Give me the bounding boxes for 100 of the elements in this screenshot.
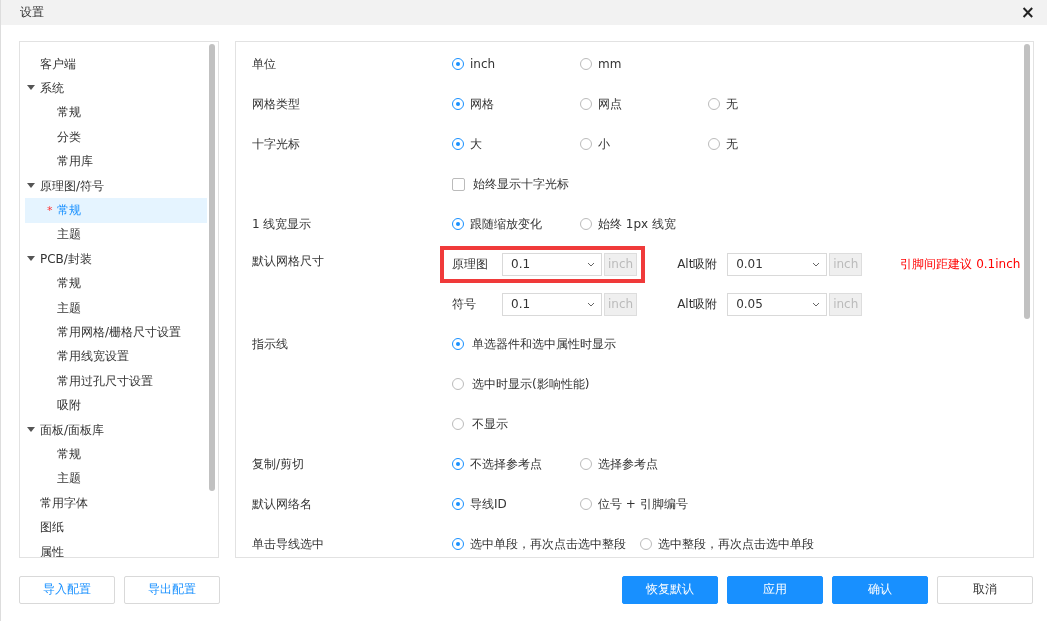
tree-item[interactable]: 常用字体 xyxy=(25,491,207,516)
tree-label: 客户端 xyxy=(40,55,76,73)
tree-label: 主题 xyxy=(57,299,81,317)
tree-label: 主题 xyxy=(57,226,81,244)
tree-label: 主题 xyxy=(57,470,81,488)
setting-label: 十字光标 xyxy=(252,135,301,153)
radio-icon[interactable] xyxy=(580,458,592,470)
tree-item[interactable]: 常用库 xyxy=(25,149,207,174)
checkbox[interactable] xyxy=(452,177,465,191)
radio-option[interactable]: 不显示 xyxy=(452,404,616,444)
radio-icon[interactable] xyxy=(452,458,464,470)
tree-item[interactable]: 主题 xyxy=(25,466,207,492)
radio-icon[interactable] xyxy=(452,218,464,230)
tree-item[interactable]: PCB/封装 xyxy=(25,247,207,272)
radio-option[interactable]: 单选器件和选中属性时显示 xyxy=(452,324,616,364)
radio-icon[interactable] xyxy=(452,98,464,110)
chevron-down-icon xyxy=(812,261,821,267)
radio-icon[interactable] xyxy=(452,498,464,510)
radio-icon[interactable] xyxy=(640,538,652,550)
tree-label: 属性 xyxy=(40,543,64,557)
tree-item[interactable]: 吸附 xyxy=(25,393,207,418)
radio-option[interactable]: 位号 + 引脚编号 xyxy=(580,495,708,513)
tree-item[interactable]: 客户端 xyxy=(25,52,207,77)
setting-label: 1 线宽显示 xyxy=(252,215,313,233)
tree-label: 面板/面板库 xyxy=(40,421,105,439)
footer-button[interactable]: 取消 xyxy=(937,575,1033,604)
tree-label: 常用线宽设置 xyxy=(57,348,129,366)
tree-item[interactable]: 图纸 xyxy=(25,515,207,540)
radio-option[interactable]: 选中整段，再次点击选中单段 xyxy=(640,535,828,553)
radio-icon[interactable] xyxy=(580,58,592,70)
tree-label: 常规 xyxy=(57,275,81,293)
radio-option[interactable]: 跟随缩放变化 xyxy=(452,215,580,233)
setting-label: 默认网络名 xyxy=(252,495,313,513)
radio-icon[interactable] xyxy=(452,138,464,150)
radio-icon[interactable] xyxy=(708,98,720,110)
setting-label: 复制/剪切 xyxy=(252,455,306,473)
radio-icon[interactable] xyxy=(452,58,464,70)
dropdown[interactable]: 0.01 xyxy=(727,252,828,276)
radio-icon[interactable] xyxy=(580,218,592,230)
radio-option[interactable]: mm xyxy=(580,57,708,71)
tree-label: 吸附 xyxy=(57,397,81,415)
dropdown[interactable]: 0.05 xyxy=(727,292,828,316)
radio-option[interactable]: 小 xyxy=(580,135,708,153)
tree-item[interactable]: 常用过孔尺寸设置 xyxy=(25,369,207,394)
field-label: 符号 xyxy=(452,295,477,313)
radio-icon[interactable] xyxy=(452,538,464,550)
radio-icon[interactable] xyxy=(580,98,592,110)
modified-marker: * xyxy=(47,204,53,218)
dropdown[interactable]: 0.1 xyxy=(502,252,602,276)
scrollbar-thumb[interactable] xyxy=(1024,44,1030,319)
radio-option[interactable]: inch xyxy=(452,57,580,71)
radio-option[interactable]: 无 xyxy=(708,95,836,113)
radio-option[interactable]: 选中单段，再次点击选中整段 xyxy=(452,535,640,553)
tree-item[interactable]: 主题 xyxy=(25,222,207,248)
caret-icon[interactable] xyxy=(27,85,35,92)
caret-icon[interactable] xyxy=(27,426,35,433)
tree-label: 常规 xyxy=(57,104,81,122)
radio-option[interactable]: 网格 xyxy=(452,95,580,113)
tree-label: 常用库 xyxy=(57,153,93,171)
tree-item[interactable]: 常规 xyxy=(25,271,207,296)
radio-icon[interactable] xyxy=(580,498,592,510)
tree-item[interactable]: 原理图/符号 xyxy=(25,173,207,199)
tree-label: 常规 xyxy=(57,202,81,220)
field-label: 原理图 xyxy=(452,255,489,273)
scrollbar-thumb[interactable] xyxy=(209,44,215,491)
tree-label: 常规 xyxy=(57,445,81,463)
tree-item[interactable]: 常规 xyxy=(25,442,207,467)
tree-item[interactable]: 主题 xyxy=(25,295,207,321)
caret-icon[interactable] xyxy=(27,256,35,263)
radio-option[interactable]: 导线ID xyxy=(452,495,580,513)
radio-icon[interactable] xyxy=(580,138,592,150)
window-title: 设置 xyxy=(20,4,44,21)
tree-item[interactable]: 常规 xyxy=(25,100,207,126)
tree-item[interactable]: 系统 xyxy=(25,76,207,101)
tree-item[interactable]: 常用网格/栅格尺寸设置 xyxy=(25,320,207,345)
chevron-down-icon xyxy=(812,301,821,307)
radio-option[interactable]: 无 xyxy=(708,135,836,153)
radio-option[interactable]: 始终 1px 线宽 xyxy=(580,215,708,233)
radio-option[interactable]: 选择参考点 xyxy=(580,455,708,473)
radio-option[interactable]: 不选择参考点 xyxy=(452,455,580,473)
caret-icon[interactable] xyxy=(27,182,35,189)
radio-icon[interactable] xyxy=(452,378,464,390)
tree-label: 原理图/符号 xyxy=(40,177,105,195)
tree-label: 分类 xyxy=(57,128,81,146)
radio-icon[interactable] xyxy=(452,418,464,430)
checkbox-option[interactable]: 始终显示十字光标 xyxy=(452,175,580,193)
tree-label: PCB/封装 xyxy=(40,250,92,268)
close-button[interactable]: × xyxy=(1018,4,1037,21)
chevron-down-icon xyxy=(587,301,595,307)
tree-item[interactable]: 分类 xyxy=(25,125,207,150)
radio-option[interactable]: 大 xyxy=(452,135,580,153)
radio-option[interactable]: 网点 xyxy=(580,95,708,113)
radio-option[interactable]: 选中时显示(影响性能) xyxy=(452,364,616,404)
tree-label: 图纸 xyxy=(40,519,64,537)
radio-icon[interactable] xyxy=(452,338,464,350)
tree-item[interactable]: 常用线宽设置 xyxy=(25,344,207,370)
dropdown[interactable]: 0.1 xyxy=(502,292,602,316)
tree-item[interactable]: 面板/面板库 xyxy=(25,417,207,443)
tree-item[interactable]: 属性 xyxy=(25,539,207,557)
radio-icon[interactable] xyxy=(708,138,720,150)
